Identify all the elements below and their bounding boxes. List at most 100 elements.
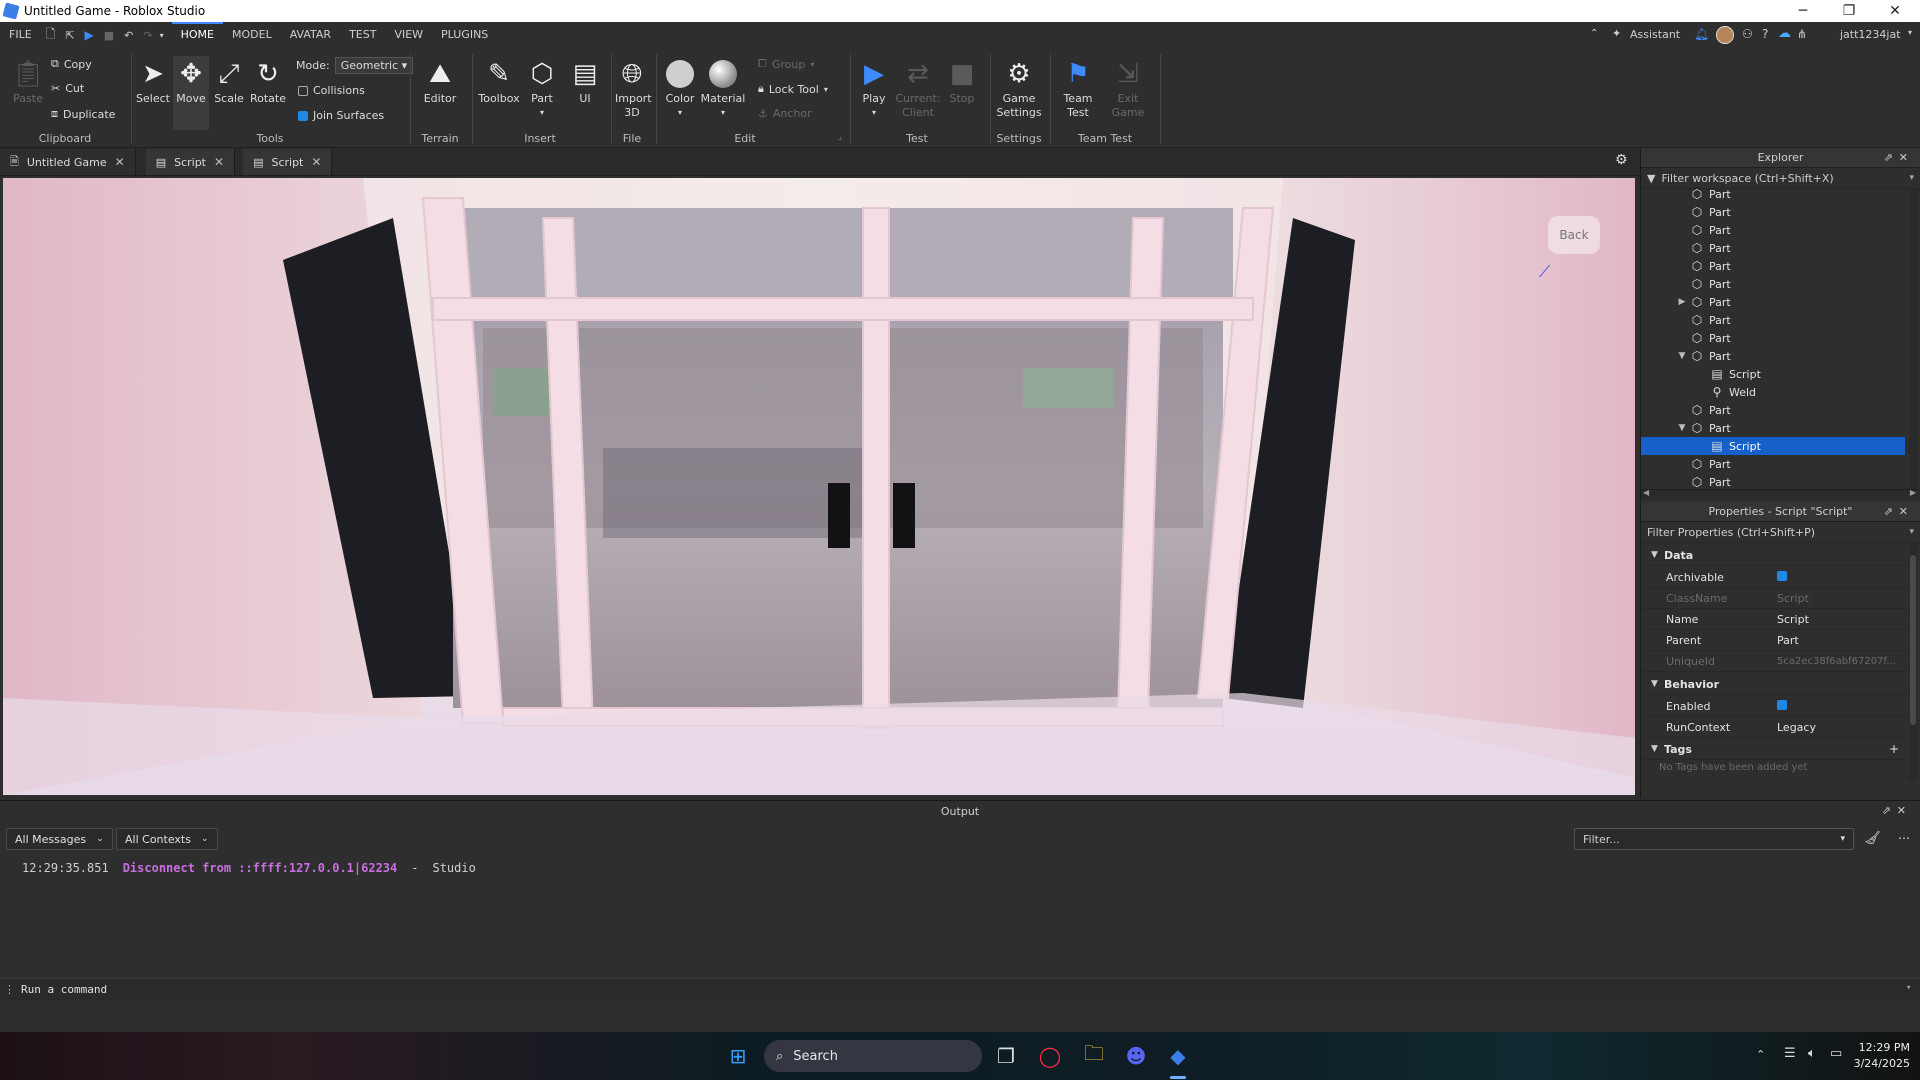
explorer-row[interactable]: ▼ ⬡ Part <box>1641 419 1905 437</box>
section-behavior[interactable]: ▼ Behavior <box>1641 674 1906 695</box>
redo-icon[interactable]: ↷ <box>143 29 152 42</box>
tab-test[interactable]: TEST <box>340 22 385 48</box>
toolbox-button[interactable]: ✎ Toolbox <box>476 58 522 106</box>
properties-filter-input[interactable]: Filter Properties (Ctrl+Shift+P) <box>1647 526 1815 539</box>
more-options-icon[interactable]: ⋯ <box>1898 831 1910 845</box>
explorer-row[interactable]: ▤ Script <box>1641 365 1905 383</box>
windows-start-icon[interactable]: ⊞ <box>724 1042 752 1070</box>
section-data[interactable]: ▼ Data <box>1641 545 1906 566</box>
explorer-filter[interactable]: ▼ Filter workspace (Ctrl+Shift+X) ▾ <box>1641 168 1920 189</box>
properties-filter[interactable]: Filter Properties (Ctrl+Shift+P) ▾ <box>1641 522 1920 543</box>
explorer-row[interactable]: ⬡ Part <box>1641 311 1905 329</box>
prop-parent[interactable]: Parent Part <box>1641 630 1906 651</box>
show-hidden-icons-icon[interactable]: ⌃ <box>1756 1048 1765 1061</box>
explorer-tree[interactable]: ⬡ Part ⬡ Part ⬡ Part ⬡ Part ⬡ Part ⬡ Part ▶ ⬡ Part ⬡ Par… <box>1641 189 1920 489</box>
mode-dropdown[interactable]: Geometric ▾ <box>334 57 414 74</box>
explorer-row[interactable]: ⬡ Part <box>1641 329 1905 347</box>
account-dropdown-icon[interactable]: ▾ <box>1908 28 1912 37</box>
close-tab-icon[interactable]: ✕ <box>214 155 224 169</box>
username[interactable]: jatt1234jat <box>1840 28 1901 41</box>
tab-home[interactable]: HOME <box>171 22 223 48</box>
copy-button[interactable]: ⧉ Copy <box>51 57 92 71</box>
tab-script-2[interactable]: ▤ Script ✕ <box>243 149 333 175</box>
expand-toggle-icon[interactable]: ▼ <box>1675 423 1689 433</box>
explorer-row[interactable]: ▤ Script <box>1641 437 1905 455</box>
explorer-row[interactable]: ⬡ Part <box>1641 189 1905 203</box>
minimize-button[interactable]: ─ <box>1780 0 1826 22</box>
stop-button[interactable]: ■ Stop <box>946 58 978 106</box>
move-tool-button[interactable]: ✥ Move <box>173 56 209 130</box>
join-surfaces-toggle[interactable]: Join Surfaces <box>298 109 384 122</box>
play-button[interactable]: ▶ Play ▾ <box>858 58 890 120</box>
explorer-row[interactable]: ⬡ Part <box>1641 401 1905 419</box>
help-icon[interactable]: ? <box>1762 27 1768 41</box>
clear-output-icon[interactable]: 🧹︎ <box>1864 831 1881 846</box>
undock-icon[interactable]: ⇗ <box>1884 505 1899 518</box>
explorer-row[interactable]: ▶ ⬡ Part <box>1641 293 1905 311</box>
tab-avatar[interactable]: AVATAR <box>281 22 340 48</box>
opera-browser-icon[interactable]: ◯ <box>1036 1042 1064 1070</box>
wifi-icon[interactable]: ☰ <box>1784 1046 1796 1061</box>
share-icon[interactable]: ⋔ <box>1797 27 1807 41</box>
current-client-button[interactable]: ⇄ Current: Client <box>892 58 944 120</box>
explorer-row[interactable]: ⬡ Part <box>1641 455 1905 473</box>
publish-icon[interactable]: ⇱ <box>65 29 74 42</box>
tab-view[interactable]: VIEW <box>385 22 432 48</box>
battery-icon[interactable]: ▭ <box>1830 1046 1842 1061</box>
explorer-filter-input[interactable]: Filter workspace (Ctrl+Shift+X) <box>1661 172 1833 185</box>
explorer-row[interactable]: ⬡ Part <box>1641 473 1905 489</box>
expand-toggle-icon[interactable]: ▼ <box>1675 351 1689 361</box>
part-dropdown-icon[interactable]: ▾ <box>540 106 544 120</box>
material-button[interactable]: Material ▾ <box>700 58 746 120</box>
explorer-row[interactable]: ⚲ Weld <box>1641 383 1905 401</box>
close-panel-icon[interactable]: ✕ <box>1897 804 1912 817</box>
mode-selector[interactable]: Mode: Geometric ▾ <box>296 57 414 74</box>
filter-dropdown-icon[interactable]: ▾ <box>1909 173 1914 183</box>
color-button[interactable]: Color ▾ <box>660 58 700 120</box>
tab-script-1[interactable]: ▤ Script ✕ <box>145 149 236 175</box>
exit-game-button[interactable]: ⇲ Exit Game <box>1104 58 1152 120</box>
section-tags[interactable]: ▼ Tags + <box>1641 739 1906 760</box>
maximize-button[interactable]: ❐ <box>1826 0 1872 22</box>
material-dropdown-icon[interactable]: ▾ <box>721 106 725 120</box>
undock-icon[interactable]: ⇗ <box>1882 804 1897 817</box>
undo-icon[interactable]: ↶ <box>124 29 133 42</box>
avatar[interactable] <box>1716 26 1734 44</box>
notifications-icon[interactable]: 🔔︎ <box>1694 27 1709 41</box>
prop-runcontext[interactable]: RunContext Legacy <box>1641 717 1906 738</box>
play-dropdown-icon[interactable]: ▾ <box>872 106 876 120</box>
output-filter-input[interactable]: Filter... ▾ <box>1574 828 1854 850</box>
duplicate-button[interactable]: ⧈ Duplicate <box>51 107 115 121</box>
ui-button[interactable]: ▤ UI <box>568 58 602 106</box>
assistant-button[interactable]: Assistant <box>1630 28 1680 41</box>
archivable-checkbox[interactable] <box>1777 570 1787 581</box>
quick-play-icon[interactable]: ▶ <box>85 28 94 42</box>
task-view-icon[interactable]: ❐ <box>992 1042 1020 1070</box>
close-tab-icon[interactable]: ✕ <box>311 155 321 169</box>
explorer-row[interactable]: ⬡ Part <box>1641 203 1905 221</box>
tab-model[interactable]: MODEL <box>223 22 281 48</box>
explorer-row[interactable]: ⬡ Part <box>1641 257 1905 275</box>
explorer-row[interactable]: ⬡ Part <box>1641 221 1905 239</box>
expand-toggle-icon[interactable]: ▶ <box>1675 297 1689 307</box>
properties-scrollbar[interactable] <box>1909 543 1917 779</box>
assistant-icon[interactable]: ✦ <box>1612 27 1621 40</box>
lock-tool-button[interactable]: 🔒︎ Lock Tool ▾ <box>758 82 828 96</box>
customize-dropdown-icon[interactable]: ▾ <box>160 31 164 40</box>
contexts-filter-dropdown[interactable]: All Contexts ⌄ <box>116 828 218 850</box>
explorer-row[interactable]: ⬡ Part <box>1641 275 1905 293</box>
close-tab-icon[interactable]: ✕ <box>115 155 125 169</box>
new-file-icon[interactable]: 🗋 <box>46 25 56 46</box>
tab-untitled-game[interactable]: 🗎 Untitled Game ✕ <box>0 149 136 175</box>
messages-filter-dropdown[interactable]: All Messages ⌄ <box>6 828 113 850</box>
team-test-button[interactable]: ⚑ Team Test <box>1054 58 1102 120</box>
file-menu[interactable]: FILE <box>0 22 41 48</box>
terrain-editor-button[interactable]: ⛰ Editor <box>418 58 462 106</box>
close-panel-icon[interactable]: ✕ <box>1899 505 1914 518</box>
properties-grid[interactable]: ▼ Data Archivable ClassName Script Name Scr… <box>1641 543 1920 779</box>
group-button[interactable]: ⧠ Group ▾ <box>758 57 814 71</box>
color-dropdown-icon[interactable]: ▾ <box>678 106 682 120</box>
viewport-settings-gear-icon[interactable]: ⚙ <box>1615 152 1628 168</box>
view-cube-back-button[interactable]: Back <box>1548 216 1600 254</box>
select-tool-button[interactable]: ➤ Select <box>136 58 170 106</box>
